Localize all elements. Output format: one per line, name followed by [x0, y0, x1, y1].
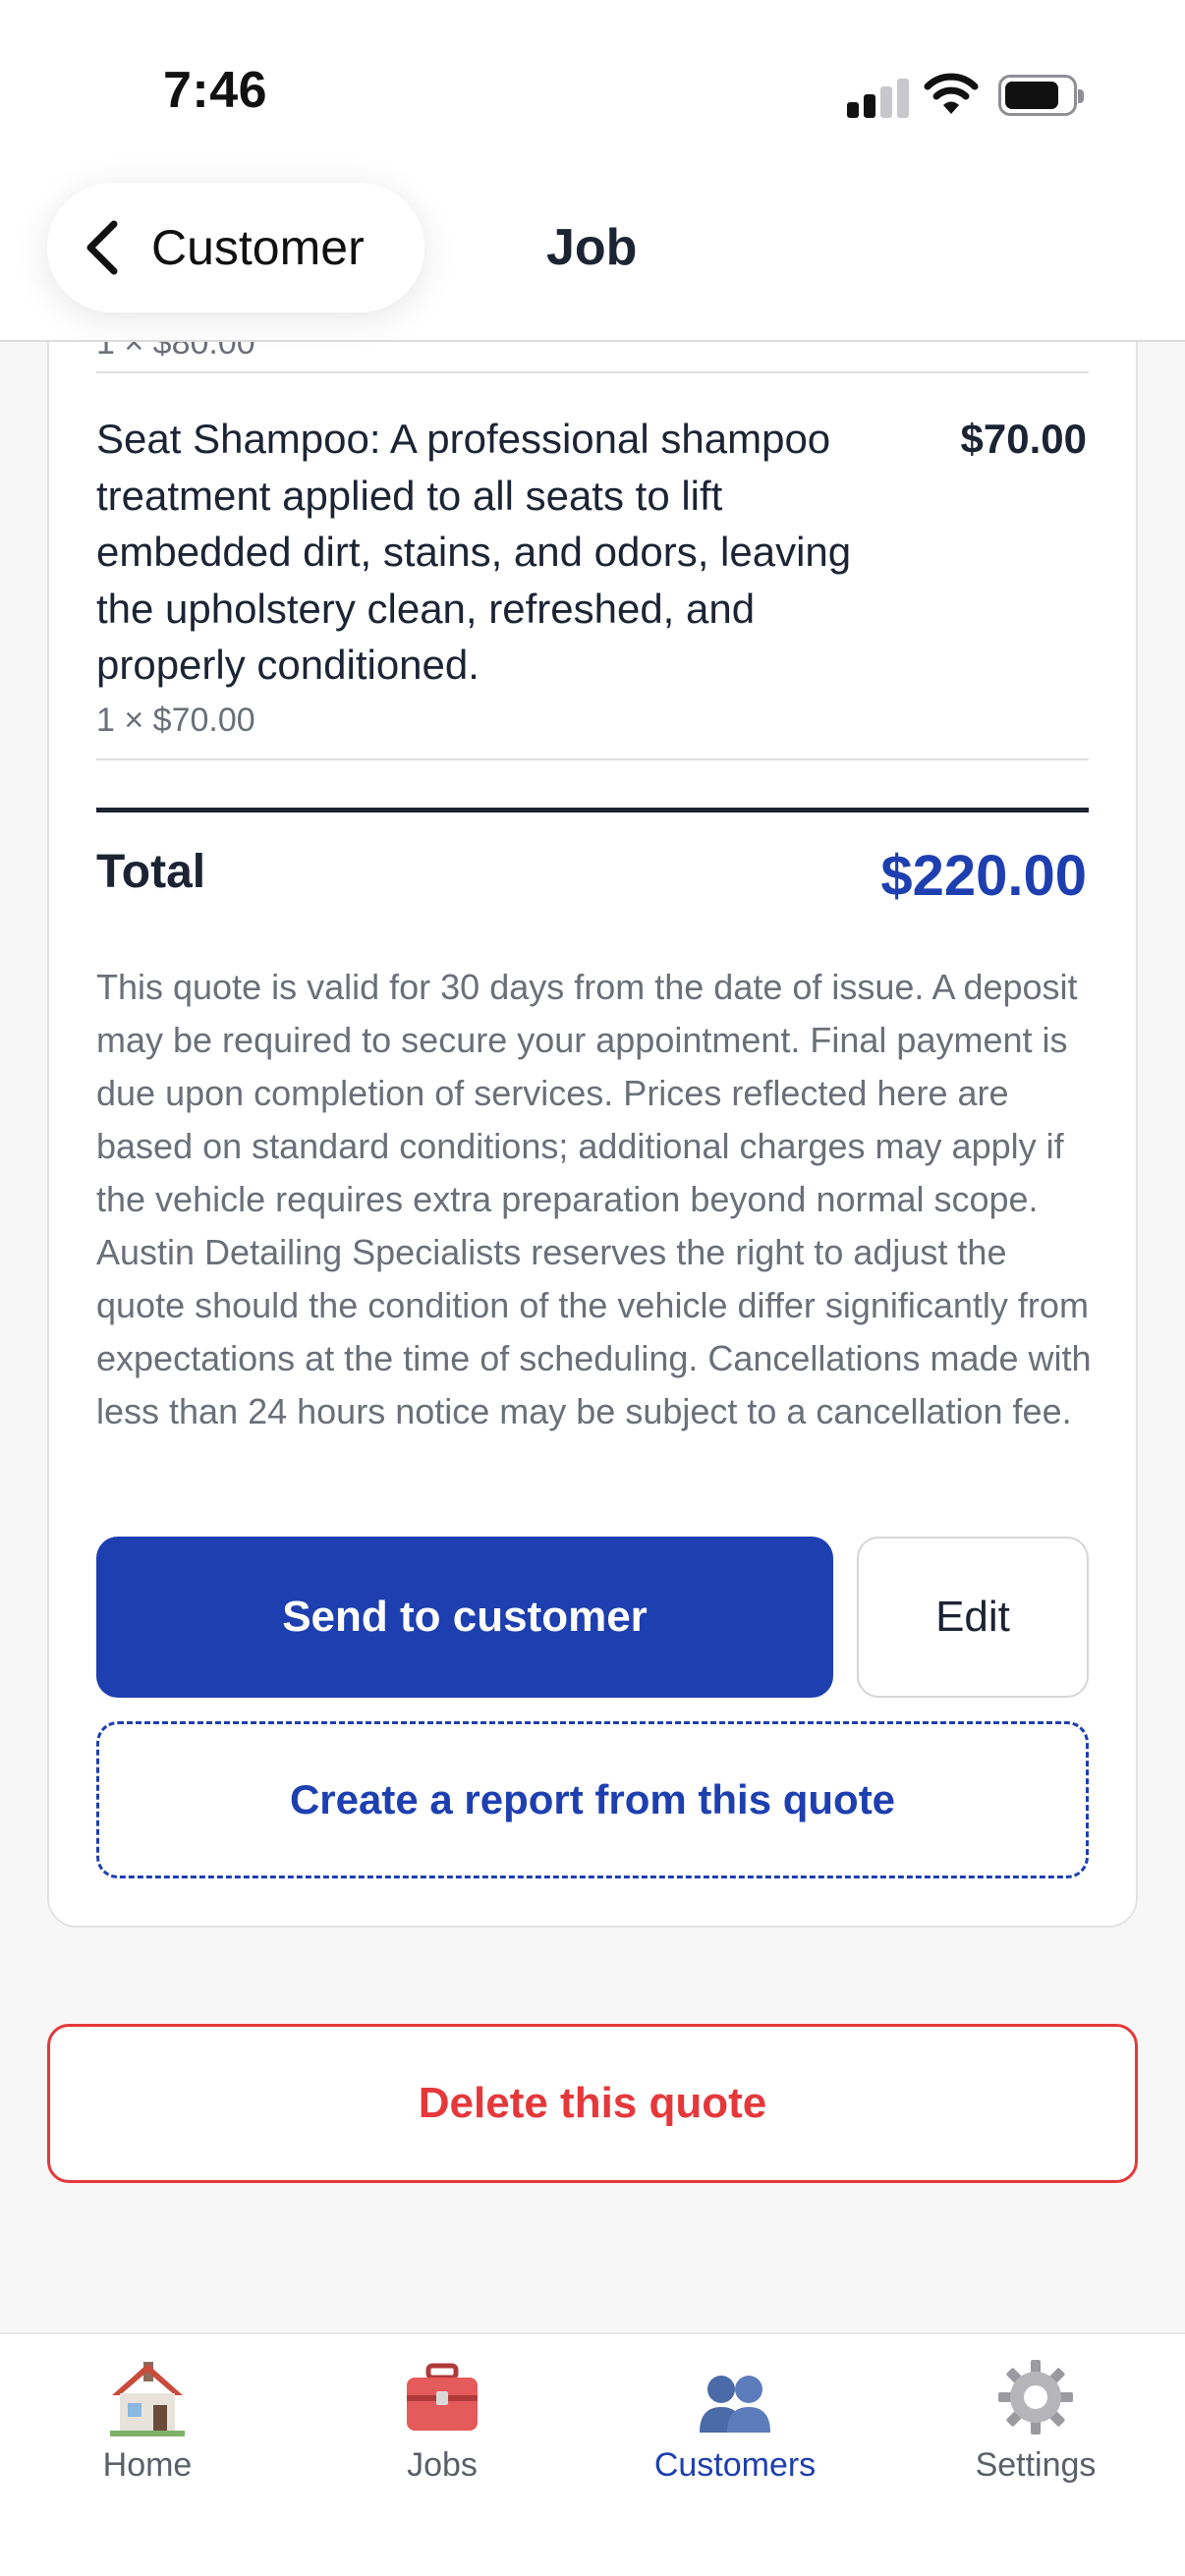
gear-icon: [998, 2360, 1073, 2435]
tab-bar: Home Jobs Customers Settings: [0, 2332, 1185, 2576]
create-report-button[interactable]: Create a report from this quote: [96, 1721, 1089, 1878]
line-item-divider: [96, 758, 1089, 760]
page-title: Job: [546, 219, 638, 276]
status-time: 7:46: [163, 62, 268, 119]
tab-jobs[interactable]: Jobs: [314, 2356, 570, 2503]
back-button[interactable]: Customer: [47, 183, 424, 312]
cellular-signal-icon: [847, 77, 910, 118]
tab-customers-label: Customers: [653, 2446, 817, 2484]
battery-icon: [998, 75, 1084, 116]
quote-terms: This quote is valid for 30 days from the…: [96, 967, 1092, 1431]
back-button-label: Customer: [151, 220, 365, 275]
people-icon: [700, 2376, 770, 2433]
total-label: Total: [96, 846, 206, 898]
delete-quote-button[interactable]: Delete this quote: [47, 2024, 1138, 2183]
tab-home-label: Home: [102, 2446, 193, 2484]
chevron-left-icon: [86, 220, 118, 275]
top-bar: 7:46 Customer Job: [0, 0, 1185, 342]
line-item-qty: 1 × $70.00: [96, 701, 255, 739]
edit-button[interactable]: Edit: [857, 1537, 1089, 1698]
toolbox-icon: [407, 2363, 478, 2431]
send-to-customer-button[interactable]: Send to customer: [96, 1537, 833, 1698]
wifi-icon: [924, 73, 979, 114]
line-item-description: Seat Shampoo: A professional shampoo tre…: [96, 416, 852, 688]
tab-settings-label: Settings: [975, 2446, 1097, 2484]
tab-settings[interactable]: Settings: [908, 2356, 1163, 2503]
total-divider: [96, 808, 1089, 812]
tab-customers[interactable]: Customers: [607, 2356, 863, 2503]
tab-home[interactable]: Home: [20, 2356, 275, 2503]
total-value: $220.00: [880, 844, 1087, 908]
line-item-divider: [96, 371, 1089, 373]
line-item-price: $70.00: [960, 416, 1087, 462]
house-icon: [110, 2362, 185, 2436]
tab-jobs-label: Jobs: [407, 2446, 478, 2484]
